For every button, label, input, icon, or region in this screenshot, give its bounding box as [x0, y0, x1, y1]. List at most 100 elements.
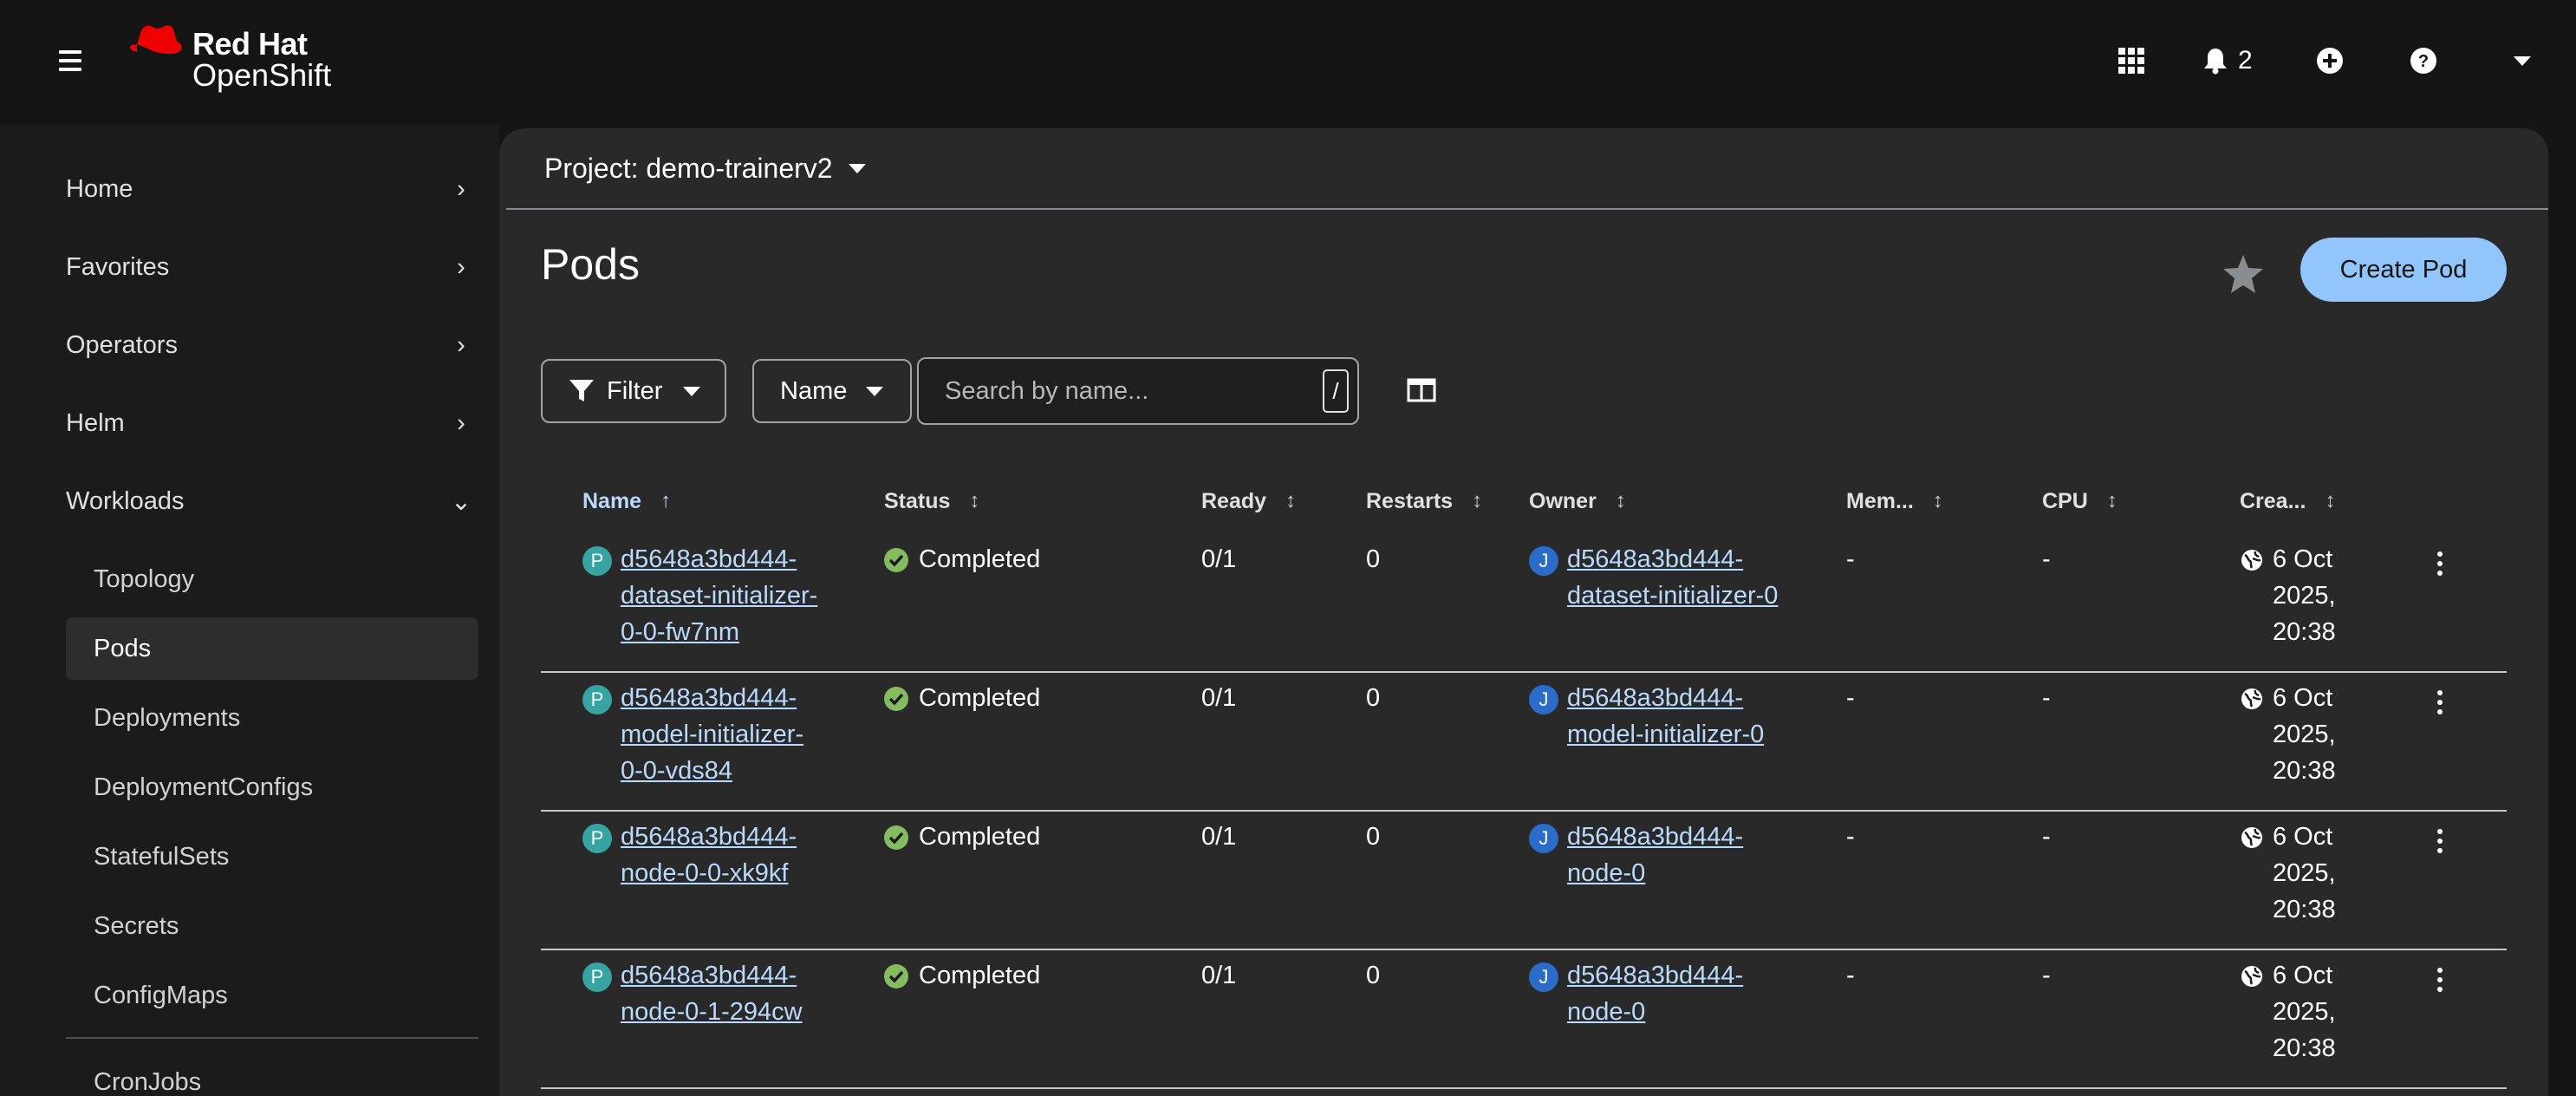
sort-icon: ↕ — [969, 489, 980, 512]
search-input[interactable] — [945, 376, 1309, 406]
row-divider — [541, 949, 2507, 950]
pod-cpu: - — [2042, 684, 2051, 712]
create-pod-button[interactable]: Create Pod — [2300, 238, 2507, 302]
sidebar-item-deploymentconfigs[interactable]: DeploymentConfigs — [66, 756, 478, 819]
created-line: 20:38 — [2273, 896, 2336, 923]
pod-name-line: 0-0-vds84 — [621, 757, 732, 785]
column-header-owner[interactable]: Owner ↕ — [1529, 484, 1626, 519]
owner-link[interactable]: d5648a3bd444- model-initializer-0 — [1567, 680, 1827, 753]
sidebar-item-helm[interactable]: Helm › — [66, 397, 478, 449]
sidebar-item-operators[interactable]: Operators › — [66, 319, 478, 371]
column-header-status[interactable]: Status ↕ — [884, 484, 979, 519]
pod-name-link[interactable]: d5648a3bd444- dataset-initializer- 0-0-fw7… — [621, 541, 846, 650]
column-header-memory[interactable]: Mem... ↕ — [1846, 484, 1943, 519]
row-actions-kebab-button[interactable] — [2427, 685, 2453, 720]
pod-memory: - — [1846, 962, 1855, 989]
filter-button[interactable]: Filter — [541, 359, 726, 423]
caret-down-icon — [683, 386, 701, 396]
pod-status: Completed — [919, 545, 1041, 573]
job-resource-badge: J — [1529, 824, 1558, 853]
column-header-name[interactable]: Name ↑ — [582, 484, 671, 519]
created-line: 2025, — [2273, 859, 2336, 887]
pod-memory: - — [1846, 684, 1855, 712]
sort-icon: ↕ — [1285, 489, 1297, 512]
search-box: / — [917, 357, 1359, 425]
pod-name-link[interactable]: d5648a3bd444- model-initializer- 0-0-vds84 — [621, 680, 846, 789]
sidebar-item-configmaps[interactable]: ConfigMaps — [66, 964, 478, 1027]
pod-name-link[interactable]: d5648a3bd444- node-0-0-xk9kf — [621, 819, 846, 891]
sidebar-item-statefulsets[interactable]: StatefulSets — [66, 825, 478, 888]
chevron-right-icon: › — [457, 408, 465, 437]
owner-link[interactable]: d5648a3bd444- node-0 — [1567, 957, 1827, 1030]
owner-name-line: d5648a3bd444- — [1567, 823, 1744, 851]
pod-name-line: node-0-0-xk9kf — [621, 859, 789, 887]
project-label: Project: demo-trainerv2 — [544, 153, 833, 184]
user-menu-toggle[interactable] — [2514, 43, 2531, 78]
row-actions-kebab-button[interactable] — [2427, 546, 2453, 581]
pod-restarts: 0 — [1366, 962, 1381, 989]
sort-ascending-icon: ↑ — [660, 489, 672, 512]
row-actions-kebab-button[interactable] — [2427, 824, 2453, 858]
bell-icon — [2204, 49, 2227, 75]
globe-icon — [2240, 964, 2264, 993]
sidebar-item-topology[interactable]: Topology — [66, 548, 478, 610]
check-circle-icon — [884, 964, 908, 988]
pod-name-line: d5648a3bd444- — [621, 823, 797, 851]
owner-link[interactable]: d5648a3bd444- dataset-initializer-0 — [1567, 541, 1827, 614]
nav-toggle-button[interactable] — [59, 50, 81, 71]
sidebar-item-favorites[interactable]: Favorites › — [66, 241, 478, 293]
page-title: Pods — [541, 240, 640, 289]
pod-name-line: d5648a3bd444- — [621, 545, 797, 573]
sidebar-item-secrets[interactable]: Secrets — [66, 895, 478, 957]
favorite-button[interactable] — [2217, 248, 2269, 300]
caret-down-icon — [848, 164, 866, 173]
manage-columns-button[interactable] — [1406, 375, 1437, 406]
sidebar-item-workloads[interactable]: Workloads ⌄ — [66, 475, 478, 527]
pod-restarts: 0 — [1366, 684, 1381, 712]
column-header-ready[interactable]: Ready ↕ — [1201, 484, 1296, 519]
pod-ready: 0/1 — [1201, 684, 1237, 712]
sort-icon: ↕ — [2325, 489, 2336, 512]
column-header-cpu[interactable]: CPU ↕ — [2042, 484, 2117, 519]
pod-name-line: model-initializer- — [621, 721, 804, 748]
quick-create-button[interactable] — [2316, 43, 2344, 78]
owner-name-line: node-0 — [1567, 998, 1646, 1026]
column-header-created[interactable]: Crea... ↕ — [2240, 484, 2335, 519]
notifications-button[interactable]: 2 — [2203, 43, 2253, 78]
help-button[interactable]: ? — [2410, 43, 2437, 78]
sidebar-item-pods[interactable]: Pods — [66, 617, 478, 680]
pod-name-line: node-0-1-294cw — [621, 998, 803, 1026]
sidebar: Home › Favorites › Operators › Helm › Wo… — [0, 125, 499, 1096]
pod-name-link[interactable]: d5648a3bd444- node-0-1-294cw — [621, 957, 846, 1030]
pod-status: Completed — [919, 684, 1041, 712]
row-actions-kebab-button[interactable] — [2427, 962, 2453, 997]
caret-down-icon — [2514, 55, 2531, 66]
pod-ready: 0/1 — [1201, 545, 1237, 573]
column-header-restarts[interactable]: Restarts ↕ — [1366, 484, 1482, 519]
created-line: 6 Oct — [2273, 823, 2333, 851]
check-circle-icon — [884, 687, 908, 711]
check-circle-icon — [884, 825, 908, 850]
owner-name-line: d5648a3bd444- — [1567, 962, 1744, 989]
owner-link[interactable]: d5648a3bd444- node-0 — [1567, 819, 1827, 891]
owner-name-line: model-initializer-0 — [1567, 721, 1765, 748]
created-line: 6 Oct — [2273, 545, 2333, 573]
project-selector[interactable]: Project: demo-trainerv2 — [544, 153, 866, 185]
masthead: Red Hat OpenShift 2 ? — [0, 0, 2576, 125]
question-circle-icon: ? — [2410, 48, 2436, 74]
pod-status: Completed — [919, 962, 1041, 989]
job-resource-badge: J — [1529, 962, 1558, 992]
sidebar-item-home[interactable]: Home › — [66, 163, 478, 215]
owner-name-line: node-0 — [1567, 859, 1646, 887]
app-launcher-button[interactable] — [2118, 43, 2144, 78]
created-line: 20:38 — [2273, 1034, 2336, 1062]
sort-icon: ↕ — [1472, 489, 1483, 512]
chevron-right-icon: › — [457, 330, 465, 359]
pod-name-line: 0-0-fw7nm — [621, 618, 739, 646]
sidebar-item-cronjobs[interactable]: CronJobs — [66, 1051, 478, 1096]
row-divider — [541, 1087, 2507, 1089]
sidebar-item-deployments[interactable]: Deployments — [66, 687, 478, 749]
globe-icon — [2240, 825, 2264, 854]
filter-type-dropdown[interactable]: Name — [752, 359, 912, 423]
pod-cpu: - — [2042, 545, 2051, 573]
